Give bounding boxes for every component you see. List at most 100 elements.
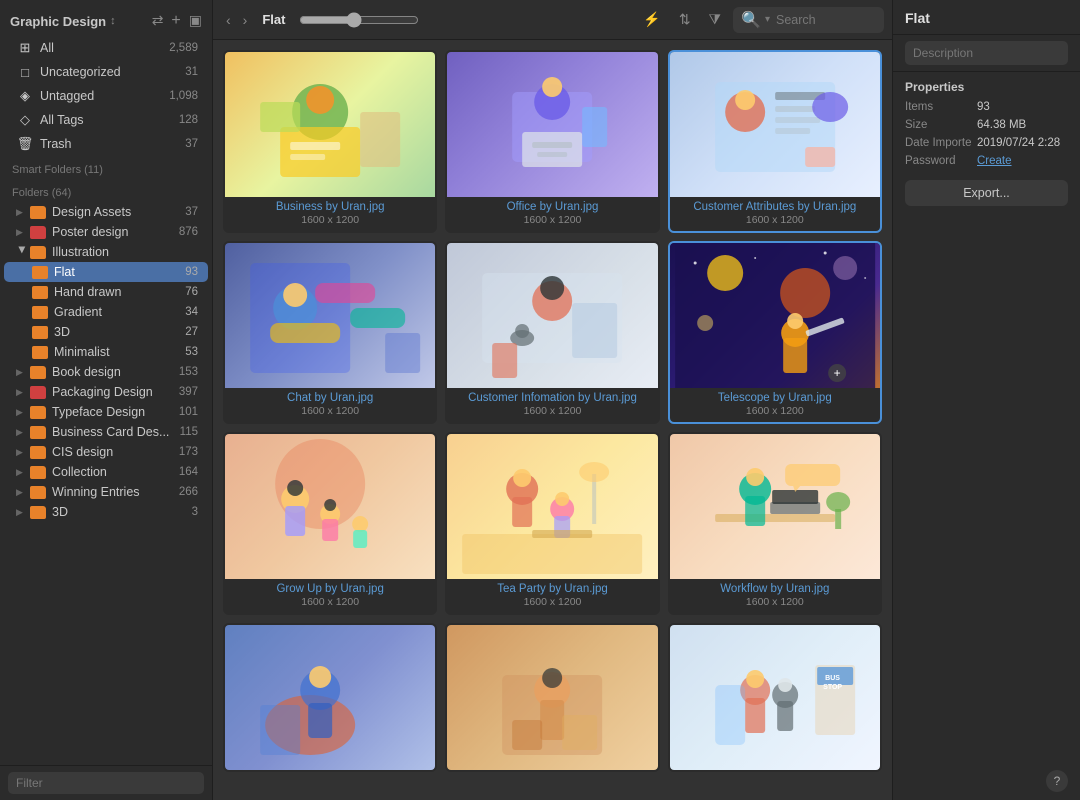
back-button[interactable]: ‹ bbox=[221, 10, 236, 30]
sidebar-item-3d-2[interactable]: ▶ 3D 3 bbox=[4, 502, 208, 522]
chevron-icon: ▶ bbox=[16, 227, 28, 238]
grid-item-5[interactable]: Customer Infomation by Uran.jpg 1600 x 1… bbox=[445, 241, 659, 424]
grid-item-7[interactable]: Grow Up by Uran.jpg 1600 x 1200 bbox=[223, 432, 437, 615]
search-input[interactable] bbox=[776, 13, 876, 27]
lightning-icon-btn[interactable]: ⚡ bbox=[637, 8, 666, 31]
sidebar-untagged-label: Untagged bbox=[40, 89, 165, 103]
sidebar-item-alltags[interactable]: ◇ All Tags 128 bbox=[4, 108, 208, 132]
sidebar-header-actions: ⇄ + ▣ bbox=[152, 12, 202, 30]
sidebar-scroll: ⊞ All 2,589 □ Uncategorized 31 ◈ Untagge… bbox=[0, 36, 212, 765]
export-button[interactable]: Export... bbox=[905, 180, 1068, 206]
sidebar-sort-icon[interactable]: ↕ bbox=[110, 15, 116, 27]
folder-color-businesscard bbox=[30, 426, 46, 439]
sidebar-item-all[interactable]: ⊞ All 2,589 bbox=[4, 36, 208, 60]
chevron-icon: ▶ bbox=[16, 467, 28, 478]
all-icon: ⊞ bbox=[16, 39, 34, 57]
grid-item-4[interactable]: Chat by Uran.jpg 1600 x 1200 bbox=[223, 241, 437, 424]
sidebar-panel-icon[interactable]: ▣ bbox=[189, 12, 202, 30]
grid-item-9[interactable]: Workflow by Uran.jpg 1600 x 1200 bbox=[668, 432, 882, 615]
grid-thumb-10 bbox=[225, 625, 435, 770]
sidebar-item-trash[interactable]: 🗑 Trash 37 bbox=[4, 132, 208, 156]
folder-color-illustration bbox=[30, 246, 46, 259]
grid-item-1[interactable]: Business by Uran.jpg 1600 x 1200 bbox=[223, 50, 437, 233]
toolbar: ‹ › Flat ⚡ ⇅ ⧩ 🔍 ▾ bbox=[213, 0, 892, 40]
folder-cis-label: CIS design bbox=[52, 445, 175, 459]
folder-poster-label: Poster design bbox=[52, 225, 175, 239]
flat-label: Flat bbox=[54, 265, 181, 279]
sidebar-item-gradient[interactable]: Gradient 34 bbox=[4, 302, 208, 322]
detail-description-input[interactable] bbox=[905, 41, 1068, 65]
sidebar-item-3d[interactable]: 3D 27 bbox=[4, 322, 208, 342]
grid-item-12[interactable]: BUS STOP bbox=[668, 623, 882, 772]
grid-item-3[interactable]: Customer Attributes by Uran.jpg 1600 x 1… bbox=[668, 50, 882, 233]
sidebar-item-collection[interactable]: ▶ Collection 164 bbox=[4, 462, 208, 482]
grid-item-1-title: Business by Uran.jpg bbox=[225, 197, 435, 214]
minimalist-label: Minimalist bbox=[54, 345, 181, 359]
detail-items-row: Items 93 bbox=[893, 98, 1080, 116]
detail-help-area: ? bbox=[893, 762, 1080, 800]
grid-item-7-title: Grow Up by Uran.jpg bbox=[225, 579, 435, 596]
sidebar-item-cis[interactable]: ▶ CIS design 173 bbox=[4, 442, 208, 462]
3d-folder-icon bbox=[32, 326, 48, 339]
folder-book-count: 153 bbox=[179, 366, 198, 378]
sidebar-item-minimalist[interactable]: Minimalist 53 bbox=[4, 342, 208, 362]
search-box: 🔍 ▾ bbox=[733, 7, 884, 33]
sidebar-item-design-assets[interactable]: ▶ Design Assets 37 bbox=[4, 202, 208, 222]
sidebar-filter-input[interactable] bbox=[8, 772, 204, 794]
grid-thumb-5 bbox=[447, 243, 657, 388]
sidebar-item-packaging[interactable]: ▶ Packaging Design 397 bbox=[4, 382, 208, 402]
grid-item-8[interactable]: Tea Party by Uran.jpg 1600 x 1200 bbox=[445, 432, 659, 615]
search-dropdown-icon[interactable]: ▾ bbox=[765, 14, 770, 25]
sidebar-all-label: All bbox=[40, 41, 165, 55]
sidebar-swap-icon[interactable]: ⇄ bbox=[152, 12, 164, 30]
grid-thumb-12: BUS STOP bbox=[670, 625, 880, 770]
sidebar-item-poster-design[interactable]: ▶ Poster design 876 bbox=[4, 222, 208, 242]
folder-3d-label: 3D bbox=[52, 505, 188, 519]
chevron-icon: ▶ bbox=[16, 407, 28, 418]
password-create-link[interactable]: Create bbox=[977, 155, 1012, 167]
sidebar-item-illustration[interactable]: ▶ Illustration bbox=[4, 242, 208, 262]
zoom-slider[interactable] bbox=[299, 12, 419, 28]
grid-item-11[interactable] bbox=[445, 623, 659, 772]
detail-properties-label: Properties bbox=[893, 72, 1080, 98]
sidebar: Graphic Design ↕ ⇄ + ▣ ⊞ All 2,589 □ Unc… bbox=[0, 0, 213, 800]
sidebar-item-untagged[interactable]: ◈ Untagged 1,098 bbox=[4, 84, 208, 108]
untagged-icon: ◈ bbox=[16, 87, 34, 105]
grid-item-1-dims: 1600 x 1200 bbox=[225, 214, 435, 231]
chevron-icon: ▶ bbox=[16, 427, 28, 438]
items-val: 93 bbox=[977, 101, 1068, 113]
trash-icon: 🗑 bbox=[16, 135, 34, 153]
zoom-slider-container bbox=[299, 12, 419, 28]
sidebar-item-book-design[interactable]: ▶ Book design 153 bbox=[4, 362, 208, 382]
alltags-icon: ◇ bbox=[16, 111, 34, 129]
sidebar-add-icon[interactable]: + bbox=[171, 12, 180, 30]
sidebar-item-winning[interactable]: ▶ Winning Entries 266 bbox=[4, 482, 208, 502]
filter-icon-btn[interactable]: ⧩ bbox=[703, 8, 728, 31]
sidebar-filter-area bbox=[0, 765, 212, 800]
forward-button[interactable]: › bbox=[238, 10, 253, 30]
grid-item-10[interactable] bbox=[223, 623, 437, 772]
illustration-label: Illustration bbox=[52, 245, 109, 259]
sort-icon-btn[interactable]: ⇅ bbox=[673, 8, 697, 31]
sidebar-uncategorized-label: Uncategorized bbox=[40, 65, 181, 79]
gradient-folder-icon bbox=[32, 306, 48, 319]
sidebar-item-hand-drawn[interactable]: Hand drawn 76 bbox=[4, 282, 208, 302]
nav-buttons: ‹ › bbox=[221, 10, 252, 30]
sidebar-item-flat[interactable]: Flat 93 bbox=[4, 262, 208, 282]
sidebar-trash-label: Trash bbox=[40, 137, 181, 151]
help-button[interactable]: ? bbox=[1046, 770, 1068, 792]
grid-item-4-title: Chat by Uran.jpg bbox=[225, 388, 435, 405]
grid-item-3-dims: 1600 x 1200 bbox=[670, 214, 880, 231]
breadcrumb: Flat bbox=[262, 12, 285, 27]
sidebar-alltags-count: 128 bbox=[179, 114, 198, 126]
grid-thumb-6: + bbox=[670, 243, 880, 388]
grid-item-2[interactable]: Office by Uran.jpg 1600 x 1200 bbox=[445, 50, 659, 233]
sidebar-item-typeface[interactable]: ▶ Typeface Design 101 bbox=[4, 402, 208, 422]
sidebar-item-uncategorized[interactable]: □ Uncategorized 31 bbox=[4, 60, 208, 84]
detail-title: Flat bbox=[905, 10, 1068, 26]
grid-item-6[interactable]: + Telescope by Uran.jpg 1600 x 1200 bbox=[668, 241, 882, 424]
detail-description-area bbox=[893, 35, 1080, 72]
sidebar-item-businesscard[interactable]: ▶ Business Card Des... 115 bbox=[4, 422, 208, 442]
folder-design-assets-count: 37 bbox=[185, 206, 198, 218]
date-key: Date Importe bbox=[905, 137, 977, 149]
